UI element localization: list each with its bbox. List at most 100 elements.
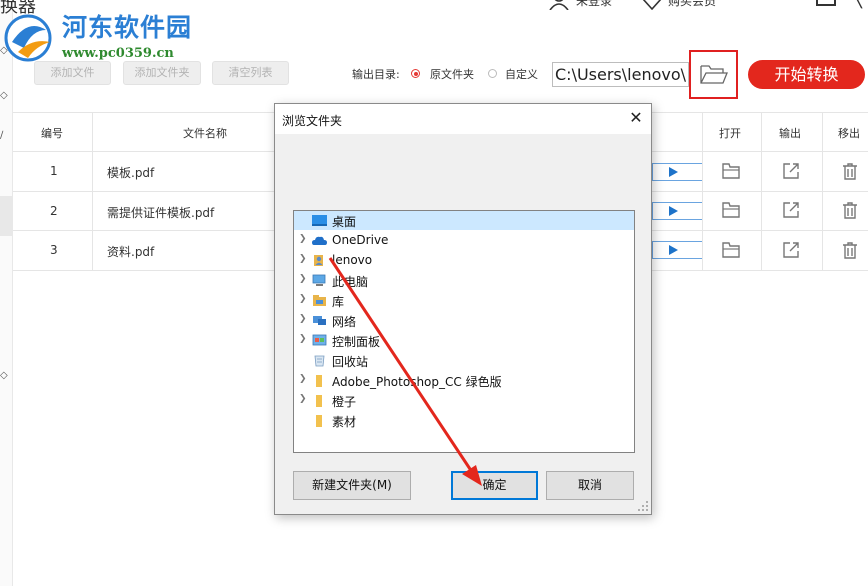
library-icon — [313, 295, 326, 306]
row-index: 1 — [50, 164, 58, 178]
expand-arrow-icon[interactable]: ❯ — [299, 234, 307, 244]
window-close-icon[interactable]: ╲ — [851, 0, 862, 9]
radio-custom-label: 自定义 — [505, 68, 538, 81]
login-link[interactable]: 未登录 — [576, 0, 612, 8]
output-path-field[interactable]: C:\Users\lenovo\ — [552, 62, 689, 87]
export-icon[interactable] — [781, 201, 801, 219]
browse-folder-dialog: 浏览文件夹 ✕ 桌面 ❯ OneDrive ❯ lenovo ❯ 此电脑 ❯ 库 — [274, 103, 652, 515]
chevron-right-icon[interactable]: ◇ — [0, 370, 8, 381]
tree-item-sucai[interactable]: 素材 — [294, 411, 634, 430]
tree-item-this-pc[interactable]: ❯ 此电脑 — [294, 271, 634, 290]
tree-item-label: 网络 — [332, 315, 357, 329]
control-panel-icon — [312, 334, 327, 346]
resize-grip-icon[interactable] — [637, 500, 649, 512]
watermark-url: www.pc0359.cn — [62, 46, 174, 61]
diamond-icon[interactable] — [642, 0, 662, 10]
clear-list-button[interactable]: 清空列表 — [212, 61, 289, 85]
open-folder-icon[interactable] — [721, 162, 741, 180]
tree-item-chengzi[interactable]: ❯ 橙子 — [294, 391, 634, 410]
column-header-output: 输出 — [779, 127, 801, 140]
watermark-name: 河东软件园 — [62, 13, 193, 42]
ok-button[interactable]: 确定 — [451, 471, 538, 500]
tree-item-label: Adobe_Photoshop_CC 绿色版 — [332, 375, 502, 389]
network-icon — [313, 316, 326, 325]
tree-item-recycle-bin[interactable]: 回收站 — [294, 351, 634, 370]
export-icon[interactable] — [781, 162, 801, 180]
folder-icon — [316, 415, 322, 427]
open-folder-icon — [700, 65, 728, 84]
tree-item-label: OneDrive — [332, 233, 389, 247]
browse-folder-button[interactable] — [689, 50, 738, 99]
add-file-button[interactable]: 添加文件 — [34, 61, 111, 85]
watermark-logo-icon — [4, 14, 52, 62]
column-header-index: 编号 — [41, 127, 63, 140]
recycle-bin-icon — [314, 355, 325, 367]
open-folder-icon[interactable] — [721, 201, 741, 219]
trash-icon[interactable] — [840, 201, 860, 219]
export-icon[interactable] — [781, 241, 801, 259]
preview-play-button[interactable] — [652, 163, 702, 181]
tree-item-label: 回收站 — [332, 355, 369, 369]
computer-icon — [312, 274, 326, 286]
watermark: 河东软件园 www.pc0359.cn — [2, 6, 212, 68]
row-file-name: 模板.pdf — [107, 166, 155, 180]
tree-item-label: 此电脑 — [332, 275, 369, 289]
trash-icon[interactable] — [840, 162, 860, 180]
tree-item-label: 库 — [332, 295, 345, 309]
open-folder-icon[interactable] — [721, 241, 741, 259]
sidebar-selected-item[interactable] — [0, 196, 12, 236]
column-header-open: 打开 — [719, 127, 741, 140]
radio-original-folder[interactable] — [411, 69, 420, 78]
add-folder-button[interactable]: 添加文件夹 — [123, 61, 201, 85]
tree-item-network[interactable]: ❯ 网络 — [294, 311, 634, 330]
preview-play-button[interactable] — [652, 202, 702, 220]
trash-icon[interactable] — [840, 241, 860, 259]
column-header-remove: 移出 — [838, 127, 860, 140]
edit-icon[interactable]: ∕ — [0, 130, 3, 141]
tree-item-adobe-photoshop[interactable]: ❯ Adobe_Photoshop_CC 绿色版 — [294, 371, 634, 390]
expand-arrow-icon[interactable]: ❯ — [299, 274, 307, 284]
row-file-name: 需提供证件模板.pdf — [107, 206, 215, 220]
cancel-button[interactable]: 取消 — [546, 471, 634, 500]
row-index: 2 — [50, 204, 58, 218]
row-index: 3 — [50, 243, 58, 257]
column-header-name: 文件名称 — [183, 127, 227, 140]
expand-arrow-icon[interactable]: ❯ — [299, 334, 307, 344]
preview-play-button[interactable] — [652, 241, 702, 259]
tree-item-label: 桌面 — [332, 215, 357, 229]
expand-arrow-icon[interactable]: ❯ — [299, 254, 307, 264]
tree-item-library[interactable]: ❯ 库 — [294, 291, 634, 310]
folder-icon — [316, 395, 322, 407]
desktop-icon — [312, 215, 327, 226]
dialog-titlebar[interactable]: 浏览文件夹 ✕ — [275, 104, 651, 134]
expand-arrow-icon[interactable]: ❯ — [299, 394, 307, 404]
tree-item-control-panel[interactable]: ❯ 控制面板 — [294, 331, 634, 350]
tree-item-onedrive[interactable]: ❯ OneDrive — [294, 231, 634, 250]
left-sidebar: ◇ ◇ ∕ ◇ — [0, 0, 13, 586]
folder-tree[interactable]: 桌面 ❯ OneDrive ❯ lenovo ❯ 此电脑 ❯ 库 ❯ 网络 ❯ — [293, 210, 635, 453]
expand-arrow-icon[interactable]: ❯ — [299, 374, 307, 384]
dialog-title: 浏览文件夹 — [282, 114, 343, 128]
tree-item-desktop[interactable]: 桌面 — [294, 211, 634, 230]
tree-item-label: 素材 — [332, 415, 357, 429]
start-convert-button[interactable]: 开始转换 — [748, 60, 865, 89]
buy-vip-link[interactable]: 购买会员 — [668, 0, 716, 8]
tree-item-label: 控制面板 — [332, 335, 381, 349]
expand-arrow-icon[interactable]: ❯ — [299, 294, 307, 304]
new-folder-button[interactable]: 新建文件夹(M) — [293, 471, 411, 500]
tree-item-label: lenovo — [332, 253, 373, 267]
cloud-icon — [312, 236, 327, 245]
expand-arrow-icon[interactable]: ❯ — [299, 314, 307, 324]
tree-item-lenovo[interactable]: ❯ lenovo — [294, 251, 634, 270]
radio-original-label: 原文件夹 — [430, 68, 474, 81]
maximize-icon[interactable] — [816, 0, 836, 6]
dialog-close-icon[interactable]: ✕ — [626, 108, 646, 128]
user-icon[interactable] — [548, 0, 570, 10]
chevron-right-icon[interactable]: ◇ — [0, 90, 8, 101]
user-folder-icon — [314, 255, 323, 266]
radio-custom-folder[interactable] — [488, 69, 497, 78]
tree-item-label: 橙子 — [332, 395, 357, 409]
output-dir-label: 输出目录: — [352, 68, 400, 81]
row-file-name: 资料.pdf — [107, 245, 155, 259]
menu-icon[interactable] — [738, 0, 758, 6]
